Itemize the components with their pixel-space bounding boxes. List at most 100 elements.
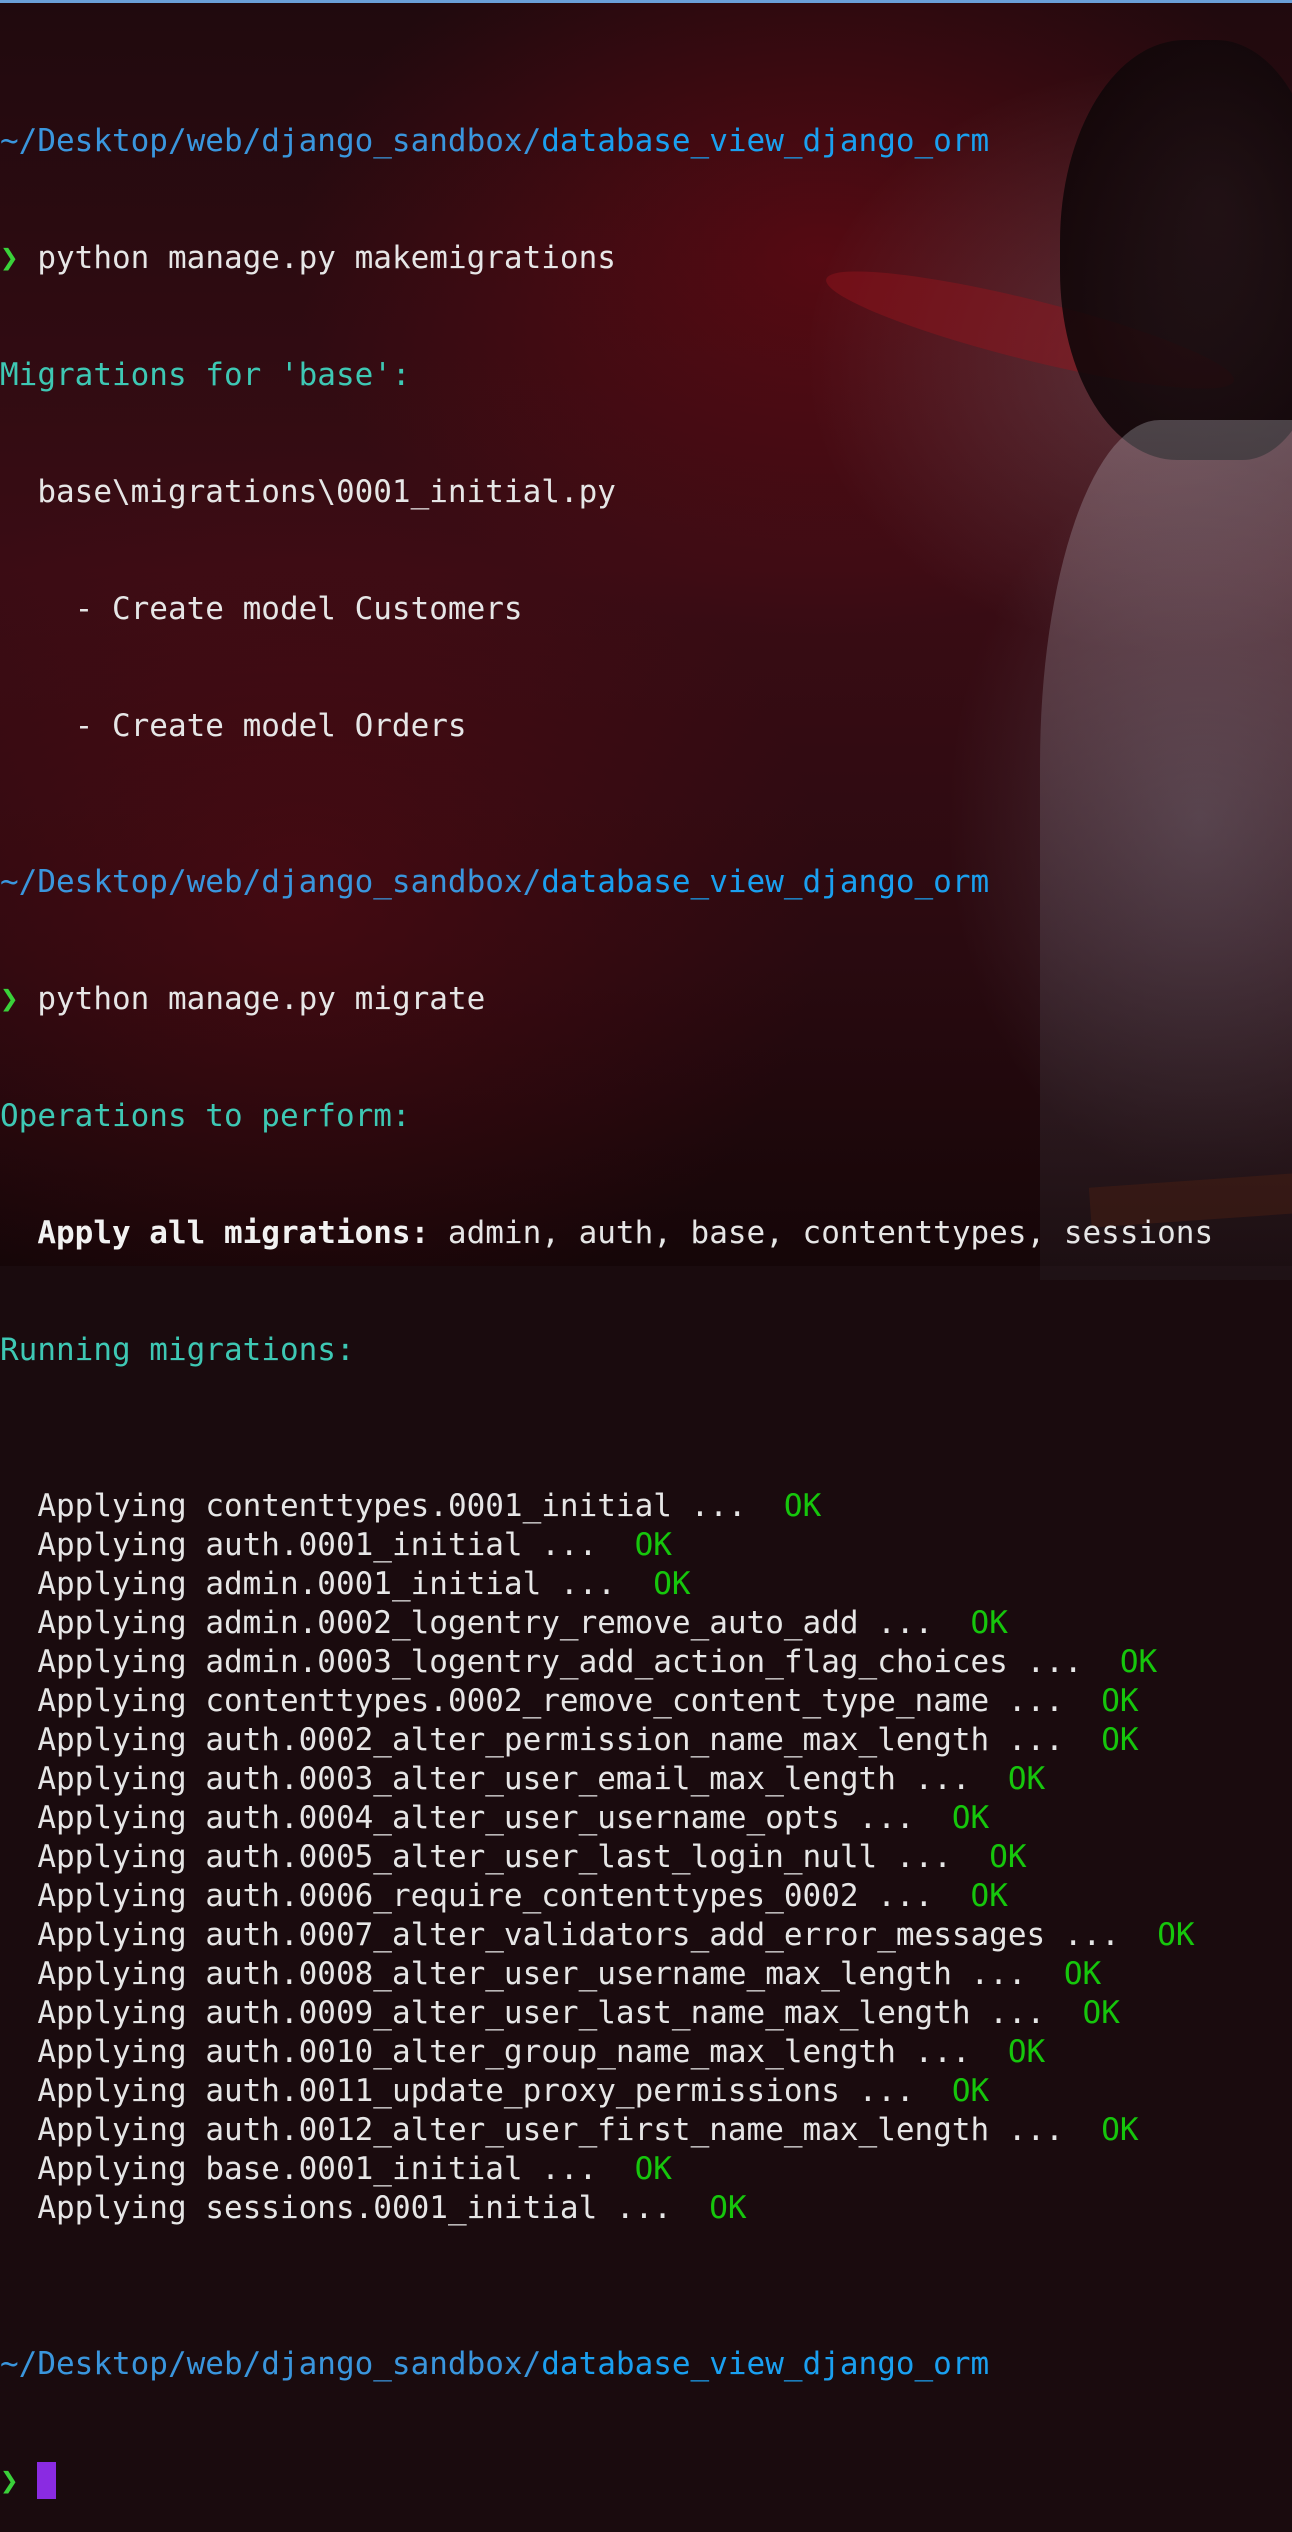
separator-space	[896, 1761, 915, 1797]
applying-prefix: Applying	[0, 2190, 206, 2226]
migration-row: Applying auth.0005_alter_user_last_login…	[0, 1838, 1213, 1877]
applying-prefix: Applying	[0, 1878, 206, 1914]
ok-status: OK	[970, 1878, 1008, 1914]
ok-status: OK	[989, 1839, 1027, 1875]
ok-status: OK	[1007, 2034, 1046, 2070]
migration-row: Applying auth.0006_require_contenttypes_…	[0, 1877, 1213, 1916]
ellipsis: ...	[1026, 1644, 1102, 1680]
status-gap	[1083, 1683, 1102, 1719]
migration-row: Applying auth.0009_alter_user_last_name_…	[0, 1994, 1213, 2033]
ok-status: OK	[1119, 1644, 1158, 1680]
ellipsis: ...	[895, 1839, 971, 1875]
migration-name: admin.0002_logentry_remove_auto_add	[205, 1605, 859, 1641]
ok-status: OK	[653, 1566, 691, 1602]
migration-name: auth.0001_initial	[205, 1527, 523, 1563]
separator-space	[840, 1800, 859, 1836]
ellipsis: ...	[1007, 1683, 1083, 1719]
applying-prefix: Applying	[0, 1956, 206, 1992]
migration-name: auth.0003_alter_user_email_max_length	[205, 1761, 896, 1797]
prompt-path-prefix: ~/Desktop/web/django_sandbox/	[0, 123, 542, 159]
migration-name: contenttypes.0001_initial	[205, 1488, 672, 1524]
migration-row: Applying auth.0011_update_proxy_permissi…	[0, 2072, 1213, 2111]
separator-space	[896, 2034, 915, 2070]
separator-space	[859, 1878, 878, 1914]
prompt-path-line: ~/Desktop/web/django_sandbox/database_vi…	[0, 122, 1213, 161]
migration-row: Applying auth.0004_alter_user_username_o…	[0, 1799, 1213, 1838]
separator-space	[989, 1722, 1008, 1758]
applying-prefix: Applying	[0, 1800, 206, 1836]
status-gap	[765, 1488, 784, 1524]
ellipsis: ...	[541, 1527, 616, 1563]
ok-status: OK	[634, 2151, 672, 2187]
migration-name: admin.0001_initial	[205, 1566, 542, 1602]
migration-name: auth.0011_update_proxy_permissions	[205, 2073, 840, 2109]
separator-space	[597, 2190, 616, 2226]
status-gap	[933, 1800, 952, 1836]
status-gap	[1139, 1917, 1158, 1953]
ellipsis: ...	[914, 2034, 990, 2070]
migration-list: Applying contenttypes.0001_initial ... O…	[0, 1487, 1213, 2228]
separator-space	[541, 1566, 560, 1602]
applying-prefix: Applying	[0, 2034, 206, 2070]
prompt-path-line: ~/Desktop/web/django_sandbox/database_vi…	[0, 2345, 1213, 2384]
ellipsis: ...	[1007, 1722, 1083, 1758]
migration-row: Applying auth.0007_alter_validators_add_…	[0, 1916, 1213, 1955]
migration-row: Applying contenttypes.0002_remove_conten…	[0, 1682, 1213, 1721]
separator-space	[989, 1683, 1008, 1719]
terminal-output[interactable]: ~/Desktop/web/django_sandbox/database_vi…	[0, 5, 1213, 2532]
text-cursor[interactable]	[37, 2462, 57, 2499]
migration-name: auth.0007_alter_validators_add_error_mes…	[205, 1917, 1046, 1953]
ok-status: OK	[1082, 1995, 1120, 2031]
prompt-path-dir: database_view_django_orm	[541, 123, 990, 159]
migration-row: Applying auth.0010_alter_group_name_max_…	[0, 2033, 1213, 2072]
migration-name: auth.0012_alter_user_first_name_max_leng…	[205, 2112, 990, 2148]
command-text: python manage.py makemigrations	[37, 240, 616, 276]
applying-prefix: Applying	[0, 2073, 206, 2109]
applying-prefix: Applying	[0, 1566, 206, 1602]
migration-name: auth.0002_alter_permission_name_max_leng…	[205, 1722, 990, 1758]
status-gap	[1064, 1995, 1083, 2031]
migration-row: Applying auth.0001_initial ... OK	[0, 1526, 1213, 1565]
separator-space	[672, 1488, 691, 1524]
migration-name: auth.0005_alter_user_last_login_null	[205, 1839, 878, 1875]
separator-space	[859, 1605, 878, 1641]
ellipsis: ...	[858, 1800, 934, 1836]
ellipsis: ...	[914, 1761, 990, 1797]
separator-space	[989, 2112, 1008, 2148]
applying-prefix: Applying	[0, 1527, 206, 1563]
prompt-arrow-icon: ❯	[0, 981, 19, 1017]
status-gap	[989, 2034, 1008, 2070]
running-header: Running migrations:	[0, 1332, 355, 1368]
prompt-arrow-icon: ❯	[0, 2463, 19, 2499]
apply-all-line: Apply all migrations: admin, auth, base,…	[0, 1214, 1213, 1253]
model-line: - Create model Customers	[0, 591, 523, 627]
ok-status: OK	[783, 1488, 822, 1524]
status-gap	[1101, 1644, 1120, 1680]
migration-row: Applying auth.0003_alter_user_email_max_…	[0, 1760, 1213, 1799]
migration-name: contenttypes.0002_remove_content_type_na…	[205, 1683, 990, 1719]
ok-status: OK	[951, 1800, 990, 1836]
command-line: ❯ python manage.py makemigrations	[0, 239, 1213, 278]
ellipsis: ...	[1007, 2112, 1083, 2148]
status-gap	[616, 2151, 635, 2187]
command-line: ❯ python manage.py migrate	[0, 980, 1213, 1019]
separator-space	[952, 1956, 971, 1992]
status-gap	[1045, 1956, 1064, 1992]
migration-file: base\migrations\0001_initial.py	[0, 474, 616, 510]
separator-space	[877, 1839, 896, 1875]
ok-status: OK	[634, 1527, 672, 1563]
separator-space	[1045, 1917, 1064, 1953]
migration-name: auth.0010_alter_group_name_max_length	[205, 2034, 896, 2070]
migration-name: admin.0003_logentry_add_action_flag_choi…	[205, 1644, 1008, 1680]
migration-row: Applying auth.0002_alter_permission_name…	[0, 1721, 1213, 1760]
status-gap	[989, 1761, 1008, 1797]
migration-row: Applying contenttypes.0001_initial ... O…	[0, 1487, 1213, 1526]
prompt-path-line: ~/Desktop/web/django_sandbox/database_vi…	[0, 863, 1213, 902]
ok-status: OK	[970, 1605, 1008, 1641]
active-command-line[interactable]: ❯	[0, 2462, 1213, 2501]
migrations-header: Migrations for 'base':	[0, 357, 411, 393]
window-top-border	[0, 0, 1292, 3]
ok-status: OK	[709, 2190, 747, 2226]
separator-space	[971, 1995, 990, 2031]
status-gap	[971, 1839, 990, 1875]
